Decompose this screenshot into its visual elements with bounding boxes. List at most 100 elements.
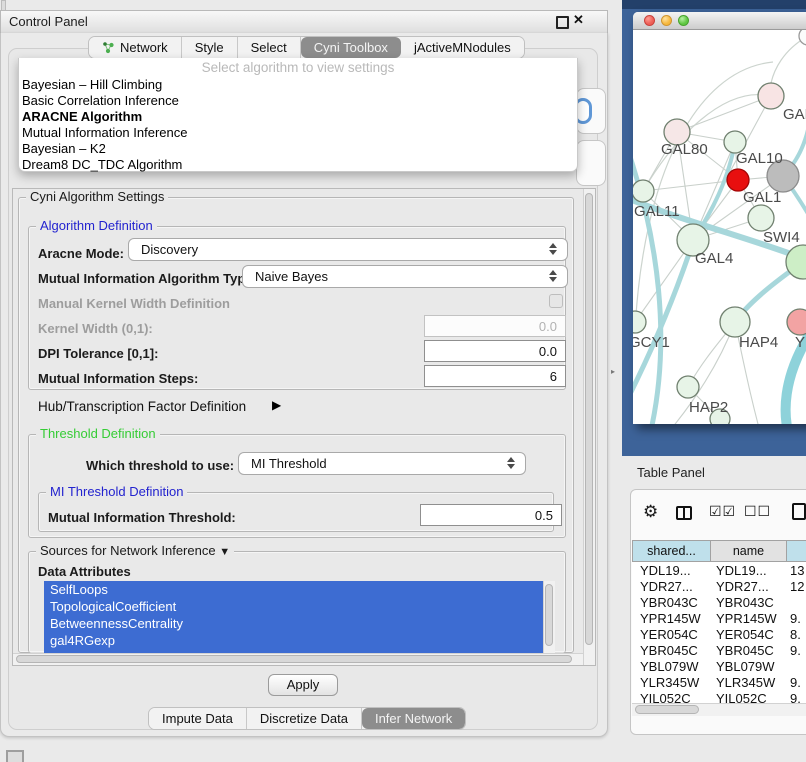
column-header-partial[interactable] bbox=[786, 540, 806, 562]
sources-group-title[interactable]: Sources for Network Inference ▼ bbox=[36, 544, 234, 559]
table-cell[interactable]: YLR345W bbox=[640, 675, 710, 690]
tab-label: Impute Data bbox=[162, 708, 233, 729]
network-node[interactable] bbox=[633, 180, 654, 202]
attribute-item[interactable]: TopologicalCoefficient bbox=[44, 598, 543, 615]
tab-infer-network[interactable]: Infer Network bbox=[362, 708, 465, 729]
table-cell[interactable]: 13 bbox=[790, 563, 806, 578]
mi-threshold-group-title: MI Threshold Definition bbox=[46, 485, 187, 499]
splitter-collapse-icon[interactable]: ▸ bbox=[611, 367, 615, 376]
vertical-scrollbar-thumb[interactable] bbox=[585, 193, 593, 645]
dropdown-item-highlighted[interactable]: ARACNE Algorithm bbox=[22, 109, 142, 124]
aracne-mode-select[interactable]: Discovery bbox=[128, 238, 568, 261]
minimize-traffic-light[interactable] bbox=[661, 15, 672, 26]
column-header-name[interactable]: name bbox=[710, 540, 787, 562]
kernel-width-label: Kernel Width (0,1): bbox=[38, 321, 153, 336]
covered-combo-fragment bbox=[576, 140, 606, 186]
table-cell[interactable]: YBR043C bbox=[640, 595, 710, 610]
network-node[interactable] bbox=[748, 205, 774, 231]
zoom-traffic-light[interactable] bbox=[678, 15, 689, 26]
table-horizontal-scrollbar-thumb[interactable] bbox=[635, 705, 699, 714]
close-icon[interactable]: ✕ bbox=[573, 12, 584, 28]
tab-label: Discretize Data bbox=[260, 708, 348, 729]
column-header-shared-name[interactable]: shared... bbox=[632, 540, 711, 562]
table-cell[interactable]: YDL19... bbox=[640, 563, 710, 578]
select-all-checkboxes-icon[interactable]: ☑☑ bbox=[709, 503, 736, 520]
table-cell[interactable]: YBR043C bbox=[716, 595, 786, 610]
tab-select[interactable]: Select bbox=[238, 37, 301, 58]
hub-section-label[interactable]: Hub/Transcription Factor Definition bbox=[38, 399, 246, 414]
network-node[interactable] bbox=[758, 83, 784, 109]
table-cell[interactable]: YBL079W bbox=[640, 659, 710, 674]
table-cell[interactable]: 9. bbox=[790, 691, 806, 703]
node-label: GAL4 bbox=[695, 250, 733, 267]
column-layout-icon[interactable] bbox=[676, 506, 692, 520]
network-node[interactable] bbox=[720, 307, 750, 337]
table-cell[interactable]: YER054C bbox=[716, 627, 786, 642]
manual-kernel-checkbox[interactable] bbox=[549, 294, 563, 308]
dropdown-item[interactable]: Bayesian – Hill Climbing bbox=[22, 77, 162, 92]
network-icon bbox=[102, 41, 115, 54]
list-scrollbar-thumb[interactable] bbox=[545, 584, 553, 646]
table-panel-title: Table Panel bbox=[637, 465, 705, 480]
table-cell[interactable]: YER054C bbox=[640, 627, 710, 642]
table-cell[interactable]: 9. bbox=[790, 643, 806, 658]
mi-type-value: Naive Bayes bbox=[255, 266, 328, 287]
table-cell[interactable]: 8. bbox=[790, 627, 806, 642]
mi-type-select[interactable]: Naive Bayes bbox=[242, 265, 568, 288]
table-cell[interactable]: 9. bbox=[790, 611, 806, 626]
network-node-selected[interactable] bbox=[727, 169, 749, 191]
tab-discretize-data[interactable]: Discretize Data bbox=[247, 708, 362, 729]
which-threshold-select[interactable]: MI Threshold bbox=[238, 452, 526, 475]
dropdown-item[interactable]: Dream8 DC_TDC Algorithm bbox=[22, 157, 182, 172]
tab-style[interactable]: Style bbox=[182, 37, 238, 58]
tab-jactivemnodules[interactable]: jActiveMNodules bbox=[401, 37, 524, 58]
dpi-tolerance-field[interactable]: 0.0 bbox=[424, 340, 566, 362]
table-cell[interactable]: 12 bbox=[790, 579, 806, 594]
settings-gear-icon[interactable]: ⚙ bbox=[643, 502, 658, 522]
table-cell[interactable]: YDR27... bbox=[640, 579, 710, 594]
table-cell[interactable]: 9. bbox=[790, 675, 806, 690]
network-node[interactable] bbox=[633, 311, 646, 333]
apply-button[interactable]: Apply bbox=[268, 674, 338, 696]
mi-threshold-field[interactable]: 0.5 bbox=[420, 504, 562, 526]
horizontal-scrollbar-thumb[interactable] bbox=[16, 655, 572, 663]
attribute-item[interactable]: BetweennessCentrality bbox=[44, 615, 543, 632]
dropdown-item[interactable]: Bayesian – K2 bbox=[22, 141, 106, 156]
table-cell[interactable]: YLR345W bbox=[716, 675, 786, 690]
table-cell[interactable]: YBL079W bbox=[716, 659, 786, 674]
mi-type-label: Mutual Information Algorithm Type: bbox=[38, 271, 257, 286]
network-node[interactable] bbox=[787, 309, 806, 335]
table-cell[interactable]: YIL052C bbox=[716, 691, 786, 703]
network-node[interactable] bbox=[677, 376, 699, 398]
new-document-icon[interactable] bbox=[792, 503, 806, 520]
network-node[interactable] bbox=[799, 30, 806, 45]
sources-title-text: Sources for Network Inference bbox=[40, 543, 216, 558]
dropdown-item[interactable]: Mutual Information Inference bbox=[22, 125, 187, 140]
network-window-titlebar bbox=[633, 12, 806, 30]
attribute-item[interactable]: gal4RGexp bbox=[44, 632, 543, 649]
table-cell[interactable]: YDL19... bbox=[716, 563, 786, 578]
dpi-tolerance-label: DPI Tolerance [0,1]: bbox=[38, 346, 158, 361]
table-cell[interactable]: YIL052C bbox=[640, 691, 710, 703]
table-cell[interactable]: YBR045C bbox=[640, 643, 710, 658]
kernel-width-field[interactable]: 0.0 bbox=[424, 315, 566, 337]
attribute-item[interactable]: SelfLoops bbox=[44, 581, 543, 598]
network-canvas[interactable]: GAL GAL80 GAL10 GAL11 GAL1 SWI4 GAL4 GCY… bbox=[633, 30, 806, 424]
deselect-checkboxes-icon[interactable]: ☐☐ bbox=[744, 503, 771, 520]
dropdown-item[interactable]: Basic Correlation Inference bbox=[22, 93, 179, 108]
data-attributes-list[interactable]: SelfLoops TopologicalCoefficient Between… bbox=[44, 581, 543, 653]
threshold-definition-title: Threshold Definition bbox=[36, 427, 160, 441]
expand-right-icon[interactable]: ▶ bbox=[272, 398, 281, 412]
float-window-icon[interactable] bbox=[556, 16, 569, 29]
collapse-down-icon: ▼ bbox=[219, 546, 230, 558]
table-cell[interactable]: YPR145W bbox=[716, 611, 786, 626]
table-cell[interactable]: YPR145W bbox=[640, 611, 710, 626]
table-cell[interactable]: YBR045C bbox=[716, 643, 786, 658]
tab-impute-data[interactable]: Impute Data bbox=[149, 708, 247, 729]
collapsed-panel-icon[interactable] bbox=[6, 750, 24, 762]
close-traffic-light[interactable] bbox=[644, 15, 655, 26]
table-cell[interactable]: YDR27... bbox=[716, 579, 786, 594]
tab-network[interactable]: Network bbox=[89, 37, 182, 58]
mi-steps-field[interactable]: 6 bbox=[424, 365, 566, 387]
tab-cyni-toolbox[interactable]: Cyni Toolbox bbox=[301, 37, 401, 58]
